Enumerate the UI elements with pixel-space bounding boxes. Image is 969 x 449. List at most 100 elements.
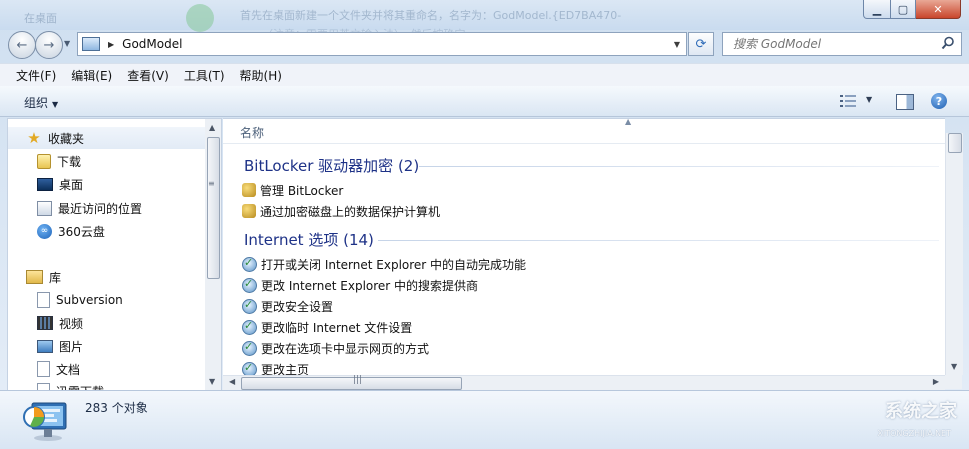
- menu-file[interactable]: 文件(F): [9, 67, 63, 84]
- background-ghost-text: 在桌面: [24, 12, 57, 25]
- minimize-icon: ▁: [872, 2, 882, 16]
- cloud-icon: ∞: [37, 223, 52, 239]
- list-item[interactable]: 打开或关闭 Internet Explorer 中的自动完成功能: [242, 254, 526, 274]
- preview-pane-button[interactable]: [896, 94, 914, 110]
- nav-item-pictures[interactable]: 图片: [37, 336, 83, 356]
- list-item-label: 更改在选项卡中显示网页的方式: [261, 341, 430, 356]
- group-divider: [419, 166, 939, 167]
- column-name-header[interactable]: 名称: [240, 124, 264, 141]
- watermark-logo: 系统之家: [885, 401, 957, 422]
- nav-item-360cloud[interactable]: ∞ 360云盘: [37, 221, 105, 241]
- document-library-icon: [37, 361, 50, 377]
- internet-options-icon: [242, 277, 257, 293]
- back-button[interactable]: ←: [8, 31, 36, 59]
- nav-item-recent[interactable]: 最近访问的位置: [37, 198, 142, 218]
- scroll-grip-icon: |||: [353, 375, 363, 385]
- background-ghost-text: 首先在桌面新建一个文件夹并将其重命名，名字为：GodModel.{ED7BA47…: [240, 9, 622, 22]
- menu-tools[interactable]: 工具(T): [177, 67, 232, 84]
- explorer-window: 在桌面 首先在桌面新建一个文件夹并将其重命名，名字为：GodModel.{ED7…: [0, 0, 969, 449]
- menu-view[interactable]: 查看(V): [120, 67, 176, 84]
- scroll-thumb[interactable]: [948, 133, 962, 153]
- nav-favorites-label: 收藏夹: [48, 131, 85, 146]
- scroll-down-icon[interactable]: ▼: [951, 362, 957, 371]
- navigation-scrollbar[interactable]: ▲ ≡ ▼: [205, 118, 222, 391]
- nav-item-downloads[interactable]: 下载: [37, 151, 81, 171]
- nav-item-desktop[interactable]: 桌面: [37, 174, 83, 194]
- scroll-thumb[interactable]: [207, 137, 220, 279]
- list-item-label: 更改安全设置: [261, 299, 334, 314]
- nav-item-label: 图片: [59, 339, 84, 354]
- sort-ascending-icon: ▲: [625, 118, 632, 126]
- list-item[interactable]: 更改临时 Internet 文件设置: [242, 317, 412, 337]
- scroll-down-icon[interactable]: ▼: [209, 377, 215, 386]
- recent-places-icon: [37, 200, 52, 216]
- nav-item-label: 文档: [56, 362, 81, 377]
- recent-pages-dropdown[interactable]: ▼: [64, 39, 70, 48]
- scroll-grip-icon: ≡: [208, 179, 215, 188]
- address-dropdown-icon[interactable]: ▼: [674, 40, 680, 49]
- control-panel-icon: [23, 402, 67, 441]
- title-bar: 在桌面 首先在桌面新建一个文件夹并将其重命名，名字为：GodModel.{ED7…: [0, 0, 969, 41]
- list-item[interactable]: 通过加密磁盘上的数据保护计算机: [242, 201, 440, 221]
- list-item[interactable]: 管理 BitLocker: [242, 180, 343, 200]
- scroll-thumb[interactable]: [241, 377, 462, 390]
- content-pane: ▲ 名称 BitLocker 驱动器加密 (2) 管理 BitLocker 通过…: [223, 118, 945, 376]
- group-header-bitlocker[interactable]: BitLocker 驱动器加密 (2): [244, 155, 419, 176]
- nav-item-videos[interactable]: 视频: [37, 313, 83, 333]
- maximize-button[interactable]: ▢: [891, 0, 916, 19]
- watermark-site: XITONGZHIJIA.NET: [877, 429, 951, 438]
- star-icon: ★: [27, 129, 41, 147]
- scroll-left-icon[interactable]: ◀: [229, 377, 235, 386]
- command-bar: 组织 ▼ ▼ ?: [0, 86, 969, 117]
- window-controls: ▁ ▢ ✕: [863, 0, 961, 19]
- address-bar[interactable]: ▶ GodModel ▼: [77, 32, 687, 56]
- list-item[interactable]: 更改在选项卡中显示网页的方式: [242, 338, 429, 358]
- scroll-up-icon[interactable]: ▲: [209, 123, 215, 132]
- help-icon: ?: [935, 94, 943, 108]
- view-dropdown-icon[interactable]: ▼: [866, 95, 872, 104]
- nav-item-label: 视频: [59, 316, 84, 331]
- nav-favorites[interactable]: ★ 收藏夹: [26, 128, 84, 148]
- search-icon[interactable]: [941, 36, 955, 50]
- nav-item-subversion[interactable]: Subversion: [37, 290, 123, 310]
- search-box[interactable]: [722, 32, 962, 56]
- nav-item-documents[interactable]: 文档: [37, 359, 80, 379]
- list-item[interactable]: 更改主页: [242, 359, 309, 376]
- picture-library-icon: [37, 339, 53, 353]
- refresh-button[interactable]: ⟳: [688, 32, 714, 56]
- nav-item-label: 最近访问的位置: [58, 201, 143, 216]
- group-divider: [378, 240, 939, 241]
- view-options-icon[interactable]: [840, 94, 856, 108]
- menu-help[interactable]: 帮助(H): [233, 67, 289, 84]
- group-header-internet-options[interactable]: Internet 选项 (14): [244, 229, 374, 250]
- menu-edit[interactable]: 编辑(E): [64, 67, 119, 84]
- library-icon: [26, 270, 43, 284]
- desktop-icon: [37, 177, 53, 191]
- arrow-left-icon: ←: [16, 37, 28, 53]
- arrow-right-icon: →: [43, 37, 55, 53]
- nav-item-label: 桌面: [59, 177, 84, 192]
- list-item[interactable]: 更改 Internet Explorer 中的搜索提供商: [242, 275, 478, 295]
- refresh-icon: ⟳: [695, 36, 707, 52]
- forward-button[interactable]: →: [35, 31, 63, 59]
- navigation-bar: ← → ▼ ▶ GodModel ▼ ⟳: [0, 30, 969, 60]
- organize-button[interactable]: 组织 ▼: [24, 94, 58, 111]
- scroll-right-icon[interactable]: ▶: [933, 377, 939, 386]
- bitlocker-icon: [242, 183, 256, 197]
- help-button[interactable]: ?: [931, 93, 947, 109]
- content-vertical-scrollbar[interactable]: ▼: [945, 133, 963, 375]
- close-icon: ✕: [933, 2, 943, 16]
- nav-libraries[interactable]: 库: [26, 267, 61, 287]
- minimize-button[interactable]: ▁: [863, 0, 891, 19]
- content-horizontal-scrollbar[interactable]: ◀ ||| ▶: [223, 375, 945, 390]
- control-panel-icon: [82, 37, 100, 51]
- internet-options-icon: [242, 361, 257, 376]
- breadcrumb-chevron-icon[interactable]: ▶: [108, 40, 114, 49]
- nav-item-label: 360云盘: [58, 224, 105, 239]
- close-button[interactable]: ✕: [916, 0, 961, 19]
- menu-bar: 文件(F) 编辑(E) 查看(V) 工具(T) 帮助(H): [0, 63, 969, 87]
- list-item[interactable]: 更改安全设置: [242, 296, 333, 316]
- internet-options-icon: [242, 256, 257, 272]
- address-path[interactable]: GodModel: [122, 37, 182, 51]
- search-input[interactable]: [731, 36, 935, 52]
